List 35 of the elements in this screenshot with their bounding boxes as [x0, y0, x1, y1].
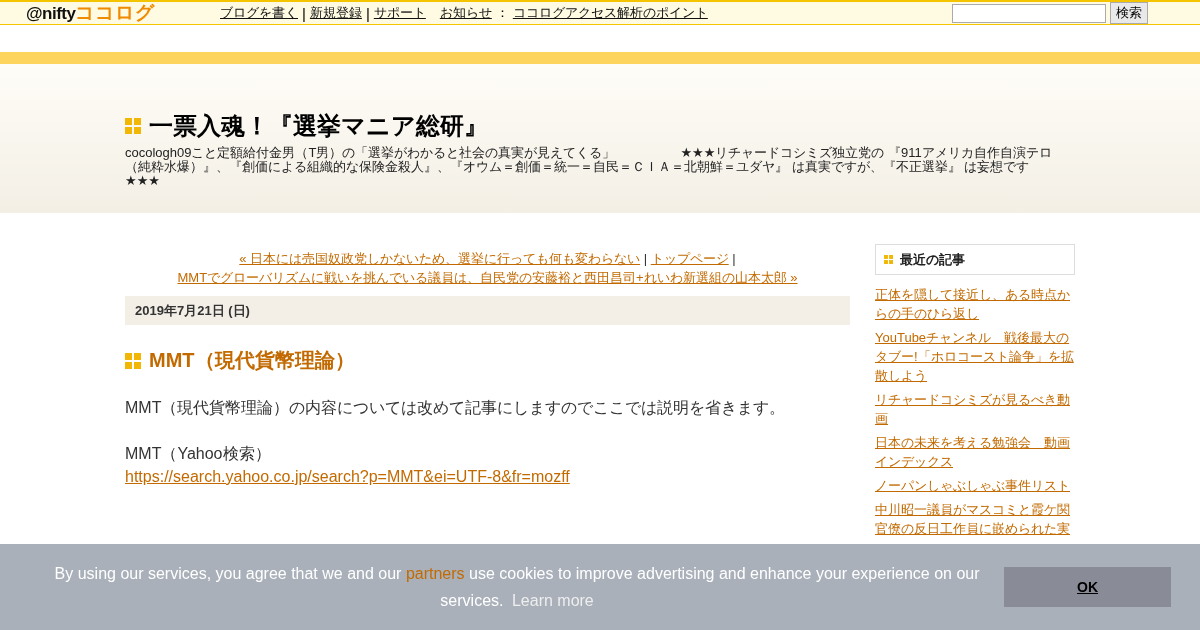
- blog-description: cocologh09こと定額給付金男（T男）の「選挙がわかると社会の真実が見えてくる」 ★★★リチャードコシミズ独立党の 『911アメリカ自作自演テロ（純粋水爆）』、『創価による組織的な保険金殺人』、『オウム＝創価＝統一＝自民＝ＣＩＡ＝北朝鮮＝ユダヤ』 は真実ですが、『不正選挙』 は妄想です★★★: [125, 146, 1053, 188]
- separator: |: [302, 4, 306, 22]
- blog-title[interactable]: 一票入魂！『選挙マニア総研』: [149, 110, 488, 142]
- next-post-link[interactable]: MMTでグローバリズムに戦いを挑んでいる議員は、自民党の安藤裕と西田昌司+れいわ新選組の山本太郎 »: [130, 268, 845, 287]
- squares-icon: [125, 352, 141, 369]
- date-header: 2019年7月21日 (日): [125, 296, 850, 325]
- link-label: MMT（Yahoo検索）: [125, 445, 271, 462]
- nav-link[interactable]: ブログを書く: [220, 4, 298, 22]
- colon: ：: [495, 4, 509, 22]
- search-link[interactable]: https://search.yahoo.co.jp/search?p=MMT&ei=UTF-8&fr=mozff: [125, 468, 570, 485]
- entry-title[interactable]: MMT（現代貨幣理論）: [149, 347, 355, 374]
- site-logo[interactable]: @niftyココログ: [26, 0, 194, 26]
- entry-paragraph: MMT（現代貨幣理論）の内容については改めて記事にしますのでここでは説明を省きます。: [125, 398, 787, 418]
- squares-icon: [125, 118, 141, 134]
- nav-link[interactable]: サポート: [373, 4, 426, 22]
- separator: |: [643, 251, 648, 266]
- notice-link[interactable]: ココログアクセス解析のポイント: [512, 4, 708, 22]
- recent-post-link[interactable]: YouTubeチャンネル 戦後最大のタブー!「ホロコースト論争」を拡散しよう: [875, 328, 1075, 385]
- top-page-link[interactable]: トップページ: [650, 251, 729, 266]
- recent-post-link[interactable]: リチャードコシミズが見るべき動画: [875, 390, 1075, 428]
- recent-post-link[interactable]: 中川昭一議員がマスコミと霞ケ関官僚の反日工作員に嵌められた実: [875, 500, 1075, 538]
- recent-post-link[interactable]: 日本の未来を考える勉強会 動画インデックス: [875, 433, 1075, 471]
- cookie-message: By using our services, you agree that we and our partners use cookies to improve advertising and enhance your experience on our services. Learn more: [53, 564, 981, 611]
- squares-icon: [884, 255, 893, 264]
- prev-post-link[interactable]: « 日本には売国奴政党しかないため、選挙に行っても何も変わらない: [239, 251, 641, 266]
- ok-button[interactable]: OK: [1004, 567, 1171, 607]
- search-field[interactable]: [952, 3, 1106, 23]
- nav-link[interactable]: 新規登録: [309, 4, 362, 22]
- recent-post-link[interactable]: 正体を隠して接近し、ある時点からの手のひら返し: [875, 285, 1075, 323]
- recent-post-link[interactable]: ノーパンしゃぶしゃぶ事件リスト: [875, 476, 1075, 495]
- search-button[interactable]: 検索: [1110, 2, 1148, 24]
- notice-link[interactable]: お知らせ: [439, 4, 492, 22]
- sidebar-heading: 最近の記事: [875, 244, 1075, 275]
- separator: |: [732, 251, 736, 266]
- separator: |: [365, 4, 370, 22]
